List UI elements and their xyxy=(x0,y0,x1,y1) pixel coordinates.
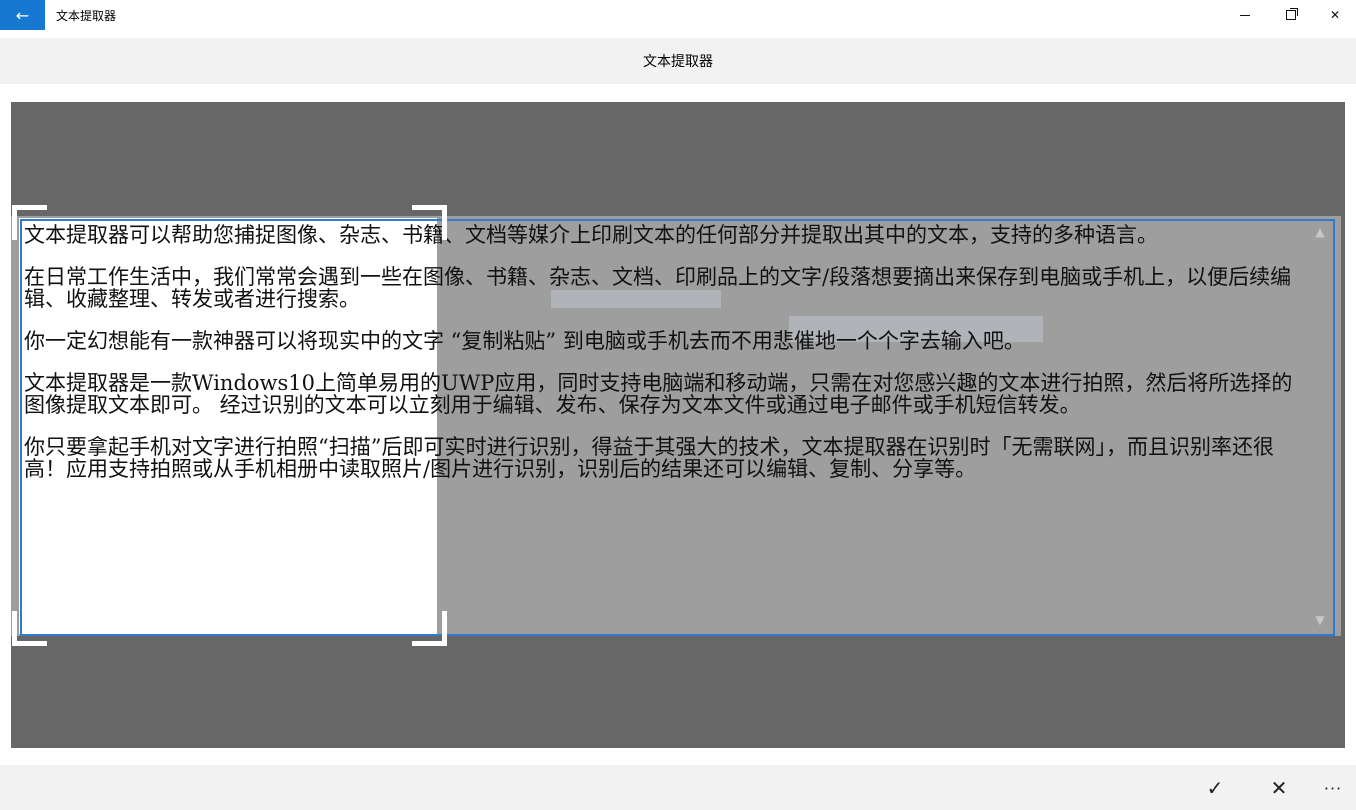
text-paragraph: 你一定幻想能有一款神器可以将现实中的文字 “复制粘贴” 到电脑或手机去而不用悲催… xyxy=(24,329,1025,353)
maximize-button[interactable] xyxy=(1268,0,1314,30)
command-bar: ✓ ✕ ··· xyxy=(0,765,1356,810)
text-paragraph: 文本提取器可以帮助您捕捉图像、杂志、书籍、文档等媒介上印刷文本的任何部分并提取出… xyxy=(24,224,1158,247)
window-title: 文本提取器 xyxy=(56,9,117,23)
back-button[interactable]: ← xyxy=(0,0,45,30)
scroll-up-icon[interactable]: ▲ xyxy=(1313,225,1327,239)
accept-button[interactable]: ✓ xyxy=(1195,773,1235,803)
text-paragraph: 在日常工作生活中，我们常常会遇到一些在图像、书籍、杂志、文档、印刷品上的文字/段… xyxy=(24,265,1292,311)
title-bar: ← 文本提取器 ✕ xyxy=(0,0,1356,32)
scroll-down-icon[interactable]: ▼ xyxy=(1313,613,1327,627)
cancel-button[interactable]: ✕ xyxy=(1259,773,1299,803)
minimize-icon xyxy=(1240,14,1250,16)
crop-handle-bottom-left[interactable] xyxy=(12,611,47,646)
checkmark-icon: ✓ xyxy=(1206,776,1224,800)
page-header: 文本提取器 xyxy=(0,38,1356,84)
more-icon: ··· xyxy=(1323,778,1343,798)
text-box-edge xyxy=(20,219,22,634)
capture-area[interactable]: 文本提取器可以帮助您捕捉图像、杂志、书籍、文档等媒介上印刷文本的任何部分并提取出… xyxy=(11,102,1345,748)
close-icon: ✕ xyxy=(1329,8,1341,22)
crop-handle-top-left[interactable] xyxy=(12,205,47,240)
close-button[interactable]: ✕ xyxy=(1312,0,1356,30)
page-title: 文本提取器 xyxy=(643,54,713,70)
text-paragraph: 你只要拿起手机对文字进行拍照“扫描”后即可实时进行识别，得益于其强大的技术，文本… xyxy=(24,435,1274,481)
back-arrow-icon: ← xyxy=(15,5,30,25)
recognized-text[interactable]: 文本提取器可以帮助您捕捉图像、杂志、书籍、文档等媒介上印刷文本的任何部分并提取出… xyxy=(24,224,1310,629)
text-paragraph: 文本提取器是一款Windows10上简单易用的UWP应用，同时支持电脑端和移动端… xyxy=(24,371,1293,417)
minimize-button[interactable] xyxy=(1222,0,1268,30)
more-button[interactable]: ··· xyxy=(1313,773,1353,803)
crop-handle-top-right[interactable] xyxy=(412,205,447,240)
restore-icon xyxy=(1286,8,1298,20)
close-icon: ✕ xyxy=(1270,776,1288,800)
crop-handle-bottom-right[interactable] xyxy=(412,611,447,646)
text-scrollbar[interactable]: ▲ ▼ xyxy=(1310,221,1330,630)
